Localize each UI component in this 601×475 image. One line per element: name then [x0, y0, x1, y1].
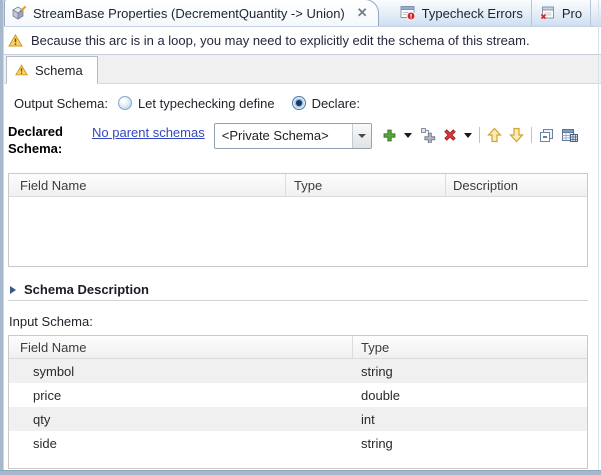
radio-button-selected[interactable] [292, 96, 306, 110]
warning-icon [15, 64, 28, 76]
radio-declare-label: Declare: [312, 96, 360, 111]
close-icon[interactable]: ✕ [357, 5, 368, 21]
problems-icon [540, 5, 556, 21]
typecheck-tab-label: Typecheck Errors [422, 6, 523, 21]
move-field-down-icon[interactable] [509, 127, 524, 143]
move-field-up-icon[interactable] [487, 127, 502, 143]
output-schema-label: Output Schema: [14, 96, 108, 111]
add-field-icon[interactable] [382, 128, 397, 143]
warning-message: Because this arc is in a loop, you may n… [31, 33, 530, 48]
cell-type: string [352, 364, 587, 379]
add-child-field-icon[interactable] [419, 127, 436, 143]
declared-table-header: Field Name Type Description [9, 174, 587, 197]
column-header-field-name[interactable]: Field Name [9, 336, 352, 358]
radio-let-typechecking-define[interactable]: Let typechecking define [118, 96, 275, 111]
input-schema-label: Input Schema: [9, 314, 93, 329]
cell-field-name: side [9, 436, 352, 451]
active-tab-title: StreamBase Properties (DecrementQuantity… [33, 6, 345, 21]
toolbar-separator [531, 127, 532, 143]
copy-schema-icon[interactable] [539, 128, 554, 143]
combo-value: <Private Schema> [215, 124, 352, 148]
column-header-description[interactable]: Description [446, 174, 587, 196]
column-header-field-name[interactable]: Field Name [9, 174, 285, 196]
properties-cube-icon [11, 5, 27, 21]
radio-declare[interactable]: Declare: [292, 96, 360, 111]
input-schema-table: Field Name Type symbol string price doub… [8, 335, 588, 469]
show-schema-table-icon[interactable] [561, 127, 579, 143]
radio-typecheck-label: Let typechecking define [138, 96, 275, 111]
declared-schema-table: Field Name Type Description [8, 173, 588, 267]
warning-icon [8, 34, 23, 47]
schema-panel: Output Schema: Let typechecking define D… [8, 84, 588, 470]
cell-field-name: qty [9, 412, 352, 427]
combo-dropdown-button[interactable] [352, 124, 371, 148]
table-row-qty[interactable]: qty int [9, 407, 587, 431]
window-frame-left [0, 0, 4, 475]
cell-type: string [352, 436, 587, 451]
declared-schema-label: Declared Schema: [8, 123, 92, 157]
table-row-symbol[interactable]: symbol string [9, 359, 587, 383]
schema-tab-label: Schema [35, 63, 83, 78]
schema-toolbar [382, 127, 579, 143]
column-header-type[interactable]: Type [286, 174, 445, 196]
window-frame-right [598, 0, 599, 470]
private-schema-combo[interactable]: <Private Schema> [214, 123, 372, 149]
warning-banner: Because this arc is in a loop, you may n… [4, 27, 601, 55]
cell-type: int [352, 412, 587, 427]
cell-field-name: symbol [9, 364, 352, 379]
chevron-down-icon [358, 134, 366, 138]
streambase-properties-view: StreamBase Properties (DecrementQuantity… [0, 0, 601, 475]
column-header-type[interactable]: Type [353, 336, 587, 358]
table-row-price[interactable]: price double [9, 383, 587, 407]
typecheck-errors-icon [400, 5, 416, 21]
window-frame-bottom [0, 470, 601, 475]
tab-problems[interactable]: Pro [532, 0, 591, 26]
radio-button-unselected[interactable] [118, 96, 132, 110]
input-table-header: Field Name Type [9, 336, 587, 359]
cell-field-name: price [9, 388, 352, 403]
tab-streambase-properties[interactable]: StreamBase Properties (DecrementQuantity… [4, 0, 379, 26]
cell-type: double [352, 388, 587, 403]
add-field-menu-icon[interactable] [404, 133, 412, 138]
toolbar-separator [479, 127, 480, 143]
chevron-right-icon [10, 286, 16, 294]
tab-typecheck-errors[interactable]: Typecheck Errors [392, 0, 532, 26]
no-parent-schemas-link[interactable]: No parent schemas [92, 125, 205, 140]
table-row-side[interactable]: side string [9, 431, 587, 455]
property-tab-row: Schema [4, 55, 601, 84]
remove-field-icon[interactable] [443, 128, 457, 142]
view-tab-bar: StreamBase Properties (DecrementQuantity… [4, 0, 601, 27]
tab-schema[interactable]: Schema [6, 56, 98, 84]
schema-description-section[interactable]: Schema Description [8, 279, 588, 301]
output-schema-row: Output Schema: Let typechecking define D… [8, 91, 588, 115]
schema-description-label: Schema Description [24, 282, 149, 297]
declared-schema-row: Declared Schema: No parent schemas <Priv… [8, 123, 588, 160]
remove-field-menu-icon[interactable] [464, 133, 472, 138]
declared-table-body-empty[interactable] [9, 197, 587, 266]
problems-tab-label: Pro [562, 6, 582, 21]
